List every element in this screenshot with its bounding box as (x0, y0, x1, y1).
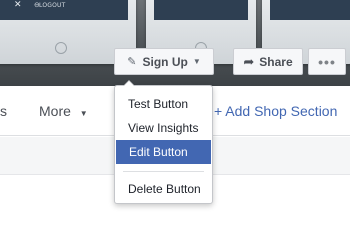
nav-more-tab[interactable]: More ▼ (39, 103, 88, 119)
phone-screen (270, 0, 350, 20)
share-button[interactable]: ➦ Share (233, 48, 303, 75)
caret-down-icon: ▼ (79, 109, 88, 118)
share-label: Share (259, 54, 293, 69)
share-arrow-icon: ➦ (243, 53, 255, 69)
more-options-button[interactable]: ••• (308, 48, 346, 75)
menu-item-view-insights[interactable]: View Insights (115, 116, 212, 140)
menu-divider (123, 171, 204, 172)
caret-down-icon: ▼ (192, 57, 201, 66)
more-dots-icon: ••• (318, 53, 336, 70)
close-icon: ✕ (14, 0, 22, 10)
add-shop-section-link[interactable]: + Add Shop Section (214, 103, 337, 119)
menu-item-edit-button[interactable]: Edit Button (116, 140, 211, 164)
sign-up-dropdown-menu: Test Button View Insights Edit Button De… (114, 80, 213, 204)
home-button-icon (55, 42, 67, 54)
cover-photo: ✕ ⊖ LOGOUT ✎ Sign Up ▼ ➦ Share ••• (0, 0, 350, 86)
nav-tab-partial[interactable]: s (0, 103, 7, 119)
pencil-icon: ✎ (127, 56, 137, 68)
phone-screen: ✕ ⊖ LOGOUT (0, 0, 128, 20)
menu-item-delete-button[interactable]: Delete Button (115, 177, 212, 201)
menu-item-test-button[interactable]: Test Button (115, 92, 212, 116)
phone-screen (154, 0, 248, 20)
logout-label: LOGOUT (39, 2, 66, 9)
sign-up-button[interactable]: ✎ Sign Up ▼ (114, 48, 214, 75)
page-root: ✕ ⊖ LOGOUT ✎ Sign Up ▼ ➦ Share ••• s Mor… (0, 0, 350, 242)
sign-up-label: Sign Up (142, 54, 188, 69)
nav-more-label: More (39, 103, 71, 119)
